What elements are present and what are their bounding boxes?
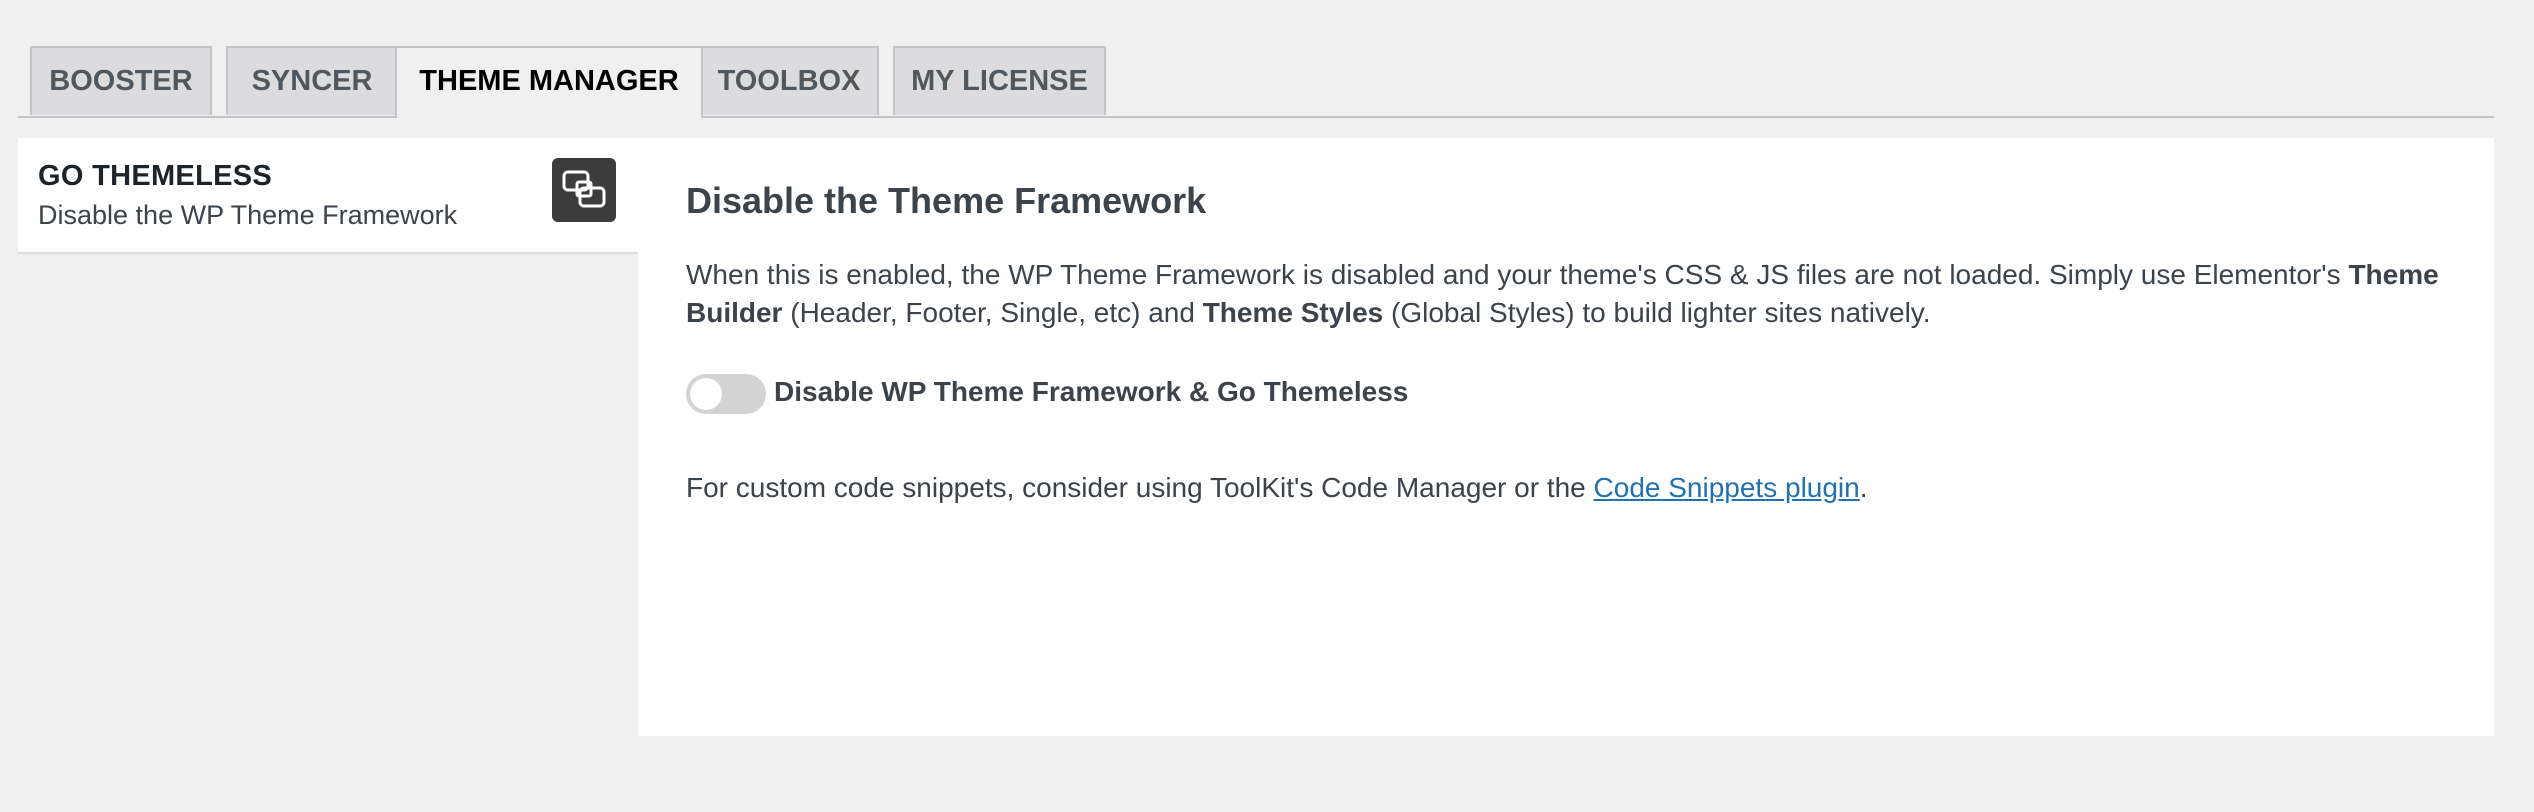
tab-toolbox-label: TOOLBOX bbox=[717, 65, 861, 97]
tab-theme-manager-label: THEME MANAGER bbox=[419, 65, 679, 97]
code-snippets-note: For custom code snippets, consider using… bbox=[686, 472, 1868, 504]
sidebar-item-title: GO THEMELESS bbox=[38, 160, 273, 192]
main-panel: Disable the Theme Framework When this is… bbox=[638, 138, 2494, 736]
desc-part2: (Header, Footer, Single, etc) and bbox=[782, 297, 1203, 328]
sidebar-item-subtitle: Disable the WP Theme Framework bbox=[38, 200, 458, 230]
desc-part3: (Global Styles) to build lighter sites n… bbox=[1383, 297, 1931, 328]
code-snippets-plugin-link[interactable]: Code Snippets plugin bbox=[1594, 472, 1860, 503]
tab-syncer-label: SYNCER bbox=[251, 65, 373, 97]
tab-bar: BOOSTER SYNCER THEME MANAGER TOOLBOX MY … bbox=[18, 46, 2494, 118]
panel-heading: Disable the Theme Framework bbox=[686, 180, 1207, 221]
themeless-toggle-switch[interactable] bbox=[686, 374, 766, 414]
desc-theme-styles: Theme Styles bbox=[1202, 297, 1384, 328]
toggle-knob bbox=[690, 378, 722, 410]
tab-booster[interactable]: BOOSTER bbox=[30, 46, 212, 115]
panel-description: When this is enabled, the WP Theme Frame… bbox=[686, 256, 2466, 332]
tab-booster-label: BOOSTER bbox=[49, 65, 193, 97]
footer-note-text: For custom code snippets, consider using… bbox=[686, 472, 1594, 503]
sidebar-item-go-themeless[interactable]: GO THEMELESS Disable the WP Theme Framew… bbox=[18, 138, 638, 254]
footer-note-suffix: . bbox=[1859, 472, 1868, 503]
tab-theme-manager[interactable]: THEME MANAGER bbox=[395, 46, 703, 118]
tab-my-license[interactable]: MY LICENSE bbox=[893, 46, 1106, 115]
tab-syncer[interactable]: SYNCER bbox=[226, 46, 398, 115]
themeless-toggle-label[interactable]: Disable WP Theme Framework & Go Themeles… bbox=[774, 376, 1408, 408]
desc-part1: When this is enabled, the WP Theme Frame… bbox=[686, 259, 2349, 290]
tab-toolbox[interactable]: TOOLBOX bbox=[699, 46, 879, 115]
overlapping-squares-icon bbox=[552, 158, 616, 222]
tab-my-license-label: MY LICENSE bbox=[911, 65, 1088, 97]
